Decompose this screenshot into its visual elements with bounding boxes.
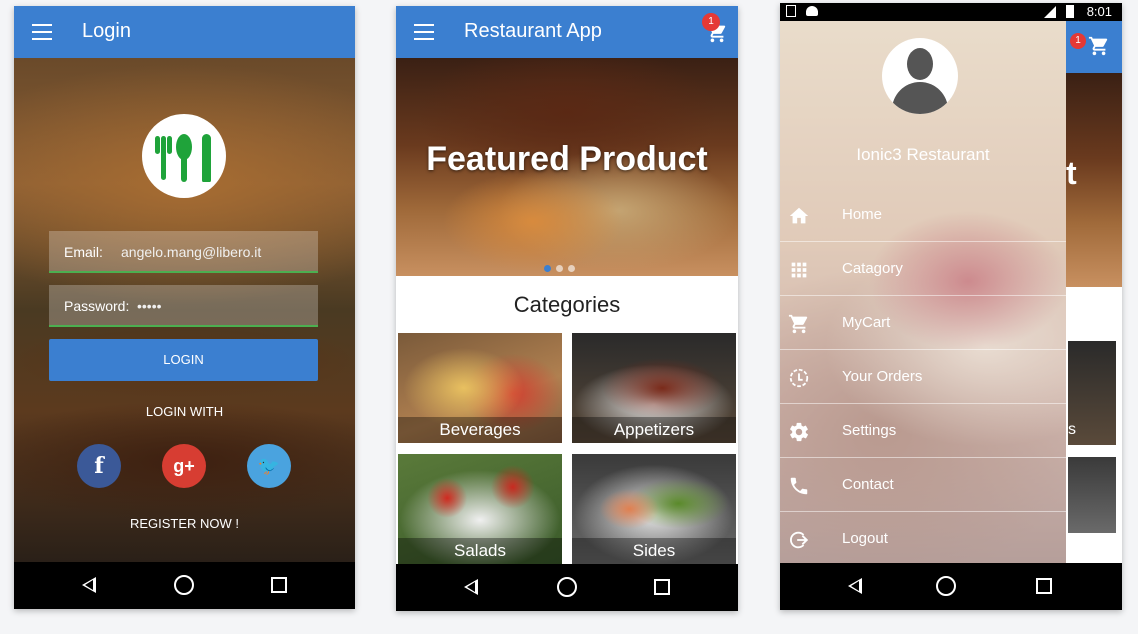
drawer-item-category[interactable]: Catagory xyxy=(780,243,1066,296)
home-nav-icon[interactable] xyxy=(174,575,194,595)
battery-icon xyxy=(1066,5,1074,18)
status-bar: 8:01 xyxy=(780,3,1122,21)
drawer-item-label: Your Orders xyxy=(842,368,923,385)
password-label: Password: xyxy=(64,298,130,314)
drawer-item-label: Home xyxy=(842,206,883,223)
drawer-screen: 8:01 1 t s Ionic3 Restaurant Home Catago… xyxy=(780,3,1122,610)
peek-categories xyxy=(1066,287,1122,607)
back-icon[interactable] xyxy=(464,579,478,595)
logout-icon xyxy=(790,531,809,549)
drawer-item-label: Catagory xyxy=(842,260,903,277)
login-app-bar: Login xyxy=(14,6,355,58)
category-label: Beverages xyxy=(398,417,562,443)
password-value[interactable]: ••••• xyxy=(137,298,162,314)
categories-title: Categories xyxy=(513,292,621,317)
home-screen: Restaurant App 1 Featured Product Catego… xyxy=(396,6,738,611)
category-tile-beverages[interactable]: Beverages xyxy=(398,333,562,443)
peek-home-content: 1 t s xyxy=(1066,21,1122,607)
status-time: 8:01 xyxy=(1086,4,1112,19)
featured-title: Featured Product xyxy=(426,140,708,178)
restaurant-name: Ionic3 Restaurant xyxy=(856,145,990,164)
category-label: Appetizers xyxy=(572,417,736,443)
recents-icon[interactable] xyxy=(271,577,287,593)
android-icon xyxy=(806,6,818,16)
drawer-item-home[interactable]: Home xyxy=(780,189,1066,242)
google-plus-icon[interactable]: g+ xyxy=(162,444,206,488)
android-nav-bar xyxy=(780,563,1122,610)
home-nav-icon[interactable] xyxy=(557,577,577,597)
peek-cart-icon xyxy=(1088,36,1108,56)
drawer-item-your-orders[interactable]: Your Orders xyxy=(780,351,1066,404)
category-label: Salads xyxy=(398,538,562,564)
login-with-label: LOGIN WITH xyxy=(145,404,224,419)
cart-badge: 1 xyxy=(702,13,720,31)
recents-icon[interactable] xyxy=(654,579,670,595)
featured-slider[interactable]: Featured Product xyxy=(396,58,738,276)
phone-icon xyxy=(790,477,808,495)
password-field[interactable]: Password: ••••• xyxy=(49,285,318,327)
email-label: Email: xyxy=(64,244,103,260)
peek-tile xyxy=(1068,457,1116,533)
android-nav-bar xyxy=(396,564,738,611)
peek-cart-badge: 1 xyxy=(1070,33,1086,49)
page-title: Restaurant App xyxy=(464,20,602,42)
home-app-bar: Restaurant App 1 xyxy=(396,6,738,58)
avatar[interactable] xyxy=(882,38,958,114)
category-tile-salads[interactable]: Salads xyxy=(398,454,562,564)
signal-icon xyxy=(1044,6,1056,18)
peek-tile: s xyxy=(1068,341,1116,445)
drawer-item-label: Logout xyxy=(842,530,888,547)
side-drawer: Ionic3 Restaurant Home Catagory MyCart Y… xyxy=(780,21,1066,563)
peek-app-bar: 1 xyxy=(1066,21,1122,73)
category-tile-appetizers[interactable]: Appetizers xyxy=(572,333,736,443)
category-label: Sides xyxy=(572,538,736,564)
orders-icon xyxy=(789,368,809,388)
category-tile-sides[interactable]: Sides xyxy=(572,454,736,564)
utensils-logo-icon xyxy=(142,114,226,198)
facebook-icon[interactable]: f xyxy=(77,444,121,488)
home-nav-icon[interactable] xyxy=(936,576,956,596)
slider-pager[interactable] xyxy=(544,259,580,277)
menu-icon[interactable] xyxy=(414,24,434,40)
drawer-item-label: MyCart xyxy=(842,314,891,331)
cart-icon xyxy=(788,314,808,334)
android-nav-bar xyxy=(14,562,355,609)
twitter-icon[interactable]: 🐦 xyxy=(247,444,291,488)
drawer-item-label: Settings xyxy=(842,422,897,439)
back-icon[interactable] xyxy=(82,577,96,593)
register-link[interactable]: REGISTER NOW ! xyxy=(14,516,355,531)
drawer-item-mycart[interactable]: MyCart xyxy=(780,297,1066,350)
email-field[interactable]: Email: angelo.mang@libero.it xyxy=(49,231,318,273)
peek-hero-text: t xyxy=(1066,155,1077,191)
login-screen: Login Email: angelo.mang@libero.it Passw… xyxy=(14,6,355,609)
back-icon[interactable] xyxy=(848,578,862,594)
page-title: Login xyxy=(82,20,131,42)
drawer-item-logout[interactable]: Logout xyxy=(780,513,1066,566)
categories-section: Categories Beverages Appetizers Salads S… xyxy=(396,276,738,564)
email-value[interactable]: angelo.mang@libero.it xyxy=(121,244,261,260)
drawer-item-settings[interactable]: Settings xyxy=(780,405,1066,458)
home-icon xyxy=(789,207,809,224)
peek-tile-label: s xyxy=(1068,421,1076,438)
sd-card-icon xyxy=(786,5,796,17)
grid-icon xyxy=(791,262,807,278)
gear-icon xyxy=(790,422,809,442)
peek-hero: t xyxy=(1066,73,1122,287)
login-button[interactable]: LOGIN xyxy=(49,339,318,381)
menu-icon[interactable] xyxy=(32,24,52,40)
drawer-item-contact[interactable]: Contact xyxy=(780,459,1066,512)
recents-icon[interactable] xyxy=(1036,578,1052,594)
drawer-item-label: Contact xyxy=(842,476,894,493)
